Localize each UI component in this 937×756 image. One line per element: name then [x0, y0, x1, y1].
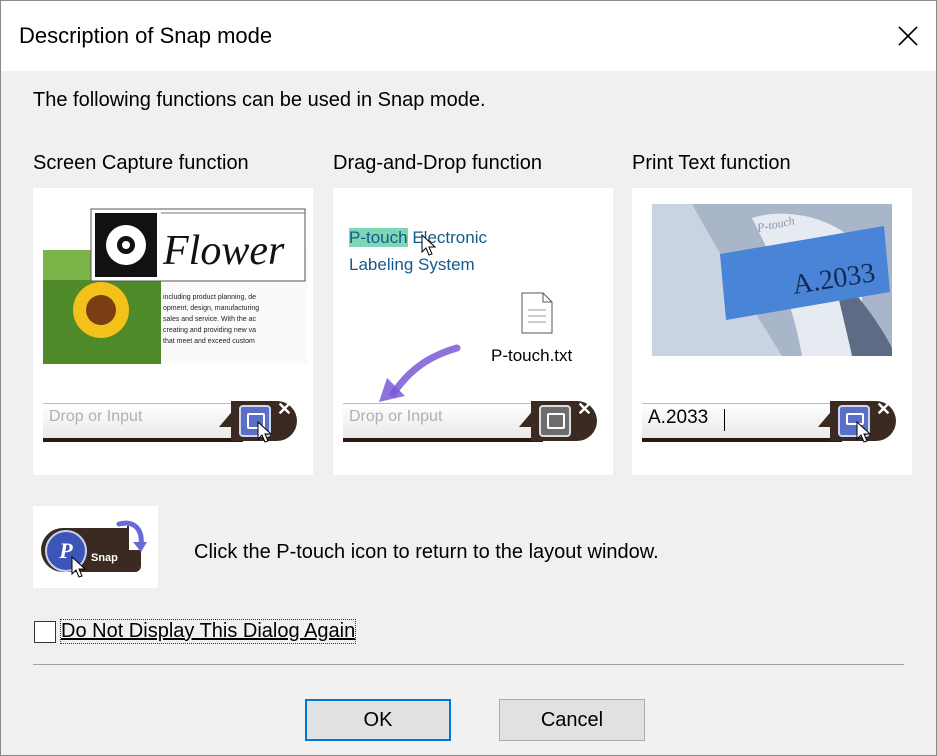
drag-drop-label: Drag-and-Drop function: [333, 152, 542, 174]
snap-input-bar: Drop or Input ✕: [43, 395, 303, 445]
cursor-icon: [71, 556, 87, 578]
return-instruction: Click the P-touch icon to return to the …: [194, 541, 659, 563]
title-bar: Description of Snap mode: [1, 1, 936, 71]
close-icon: ✕: [277, 399, 293, 419]
separator: [33, 664, 904, 665]
body-text: including product planning, de opment, d…: [163, 294, 260, 345]
close-icon: ✕: [876, 399, 892, 419]
screen-capture-illustration: Flower including product planning, de op…: [33, 188, 313, 475]
close-icon: [898, 26, 918, 46]
capture-button-icon: [539, 405, 571, 437]
dont-show-label[interactable]: Do Not Display This Dialog Again: [59, 619, 357, 644]
cursor-icon: [257, 421, 273, 443]
screen-capture-label: Screen Capture function: [33, 152, 249, 174]
drag-drop-illustration: P-touch Electronic Labeling System P-tou…: [333, 188, 613, 475]
cursor-icon: [421, 234, 437, 256]
snap-mode-dialog: Description of Snap mode The following f…: [0, 0, 937, 756]
close-icon: ✕: [577, 399, 593, 419]
ok-button[interactable]: OK: [305, 699, 451, 741]
return-arrow-icon: [116, 520, 147, 552]
screen-capture-image: Flower: [43, 208, 307, 364]
dont-show-checkbox[interactable]: [34, 621, 56, 643]
file-icon: [521, 292, 553, 334]
print-text-label: Print Text function: [632, 152, 791, 174]
cancel-button[interactable]: Cancel: [499, 699, 645, 741]
snap-input-bar: Drop or Input ✕: [343, 395, 603, 445]
text-caret: [724, 409, 725, 431]
file-name: P-touch.txt: [491, 346, 573, 365]
printer-photo: A.2033 P-touch: [652, 204, 892, 356]
highlighted-text: P-touch: [349, 228, 408, 247]
flower-word: Flower: [162, 228, 285, 274]
sample-text: P-touch Electronic Labeling System: [349, 228, 487, 274]
close-button[interactable]: [880, 11, 936, 61]
cursor-icon: [856, 421, 872, 443]
window-title: Description of Snap mode: [19, 23, 273, 48]
intro-text: The following functions can be used in S…: [33, 89, 486, 111]
snap-input-bar: A.2033 ✕: [642, 395, 902, 445]
ptouch-return-illustration: P Snap: [33, 506, 158, 588]
print-text-illustration: A.2033 P-touch A.2033 ✕: [632, 188, 912, 475]
